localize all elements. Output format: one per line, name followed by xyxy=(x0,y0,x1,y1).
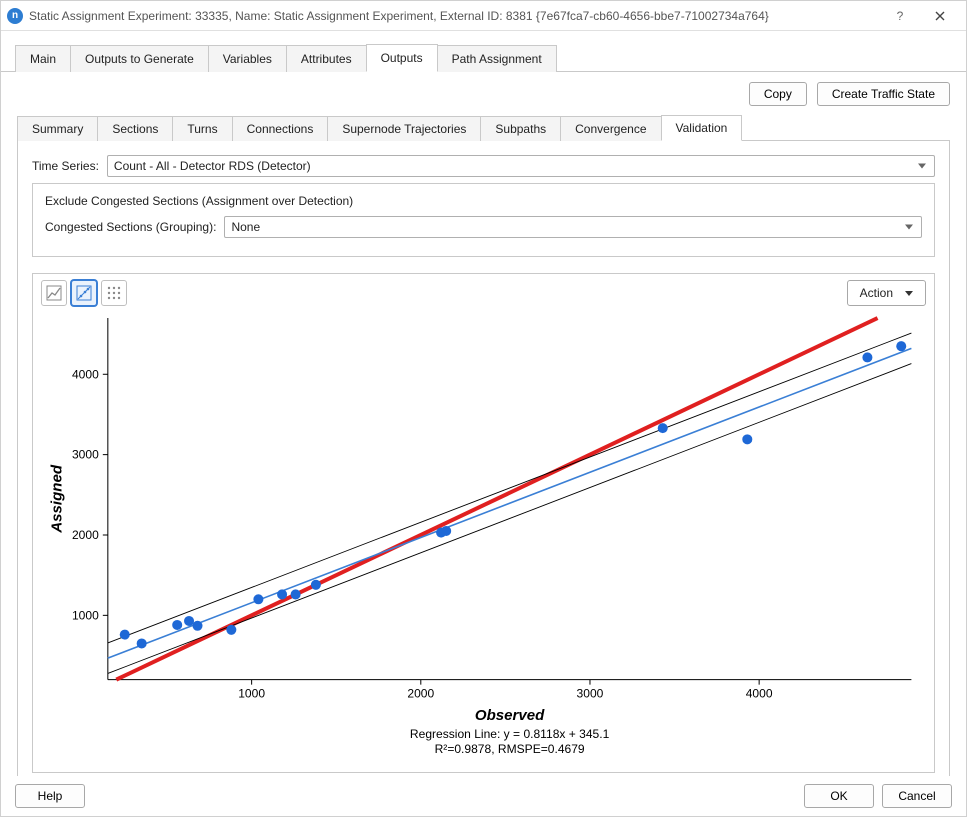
chart-frame: Action 1000 2000 3000 4000 1000 2000 3000 4000 O… xyxy=(32,273,935,773)
time-series-label: Time Series: xyxy=(32,159,99,173)
time-series-value: Count - All - Detector RDS (Detector) xyxy=(114,159,311,173)
create-traffic-state-button[interactable]: Create Traffic State xyxy=(817,82,950,106)
svg-text:Assigned: Assigned xyxy=(49,464,66,534)
subtab-summary[interactable]: Summary xyxy=(17,116,98,141)
window-title: Static Assignment Experiment: 33335, Nam… xyxy=(29,9,880,23)
outer-tabstrip: MainOutputs to GenerateVariablesAttribut… xyxy=(1,31,966,72)
line-chart-icon xyxy=(46,285,62,301)
congested-select[interactable]: None xyxy=(224,216,922,238)
titlebar: n Static Assignment Experiment: 33335, N… xyxy=(1,1,966,31)
svg-text:2000: 2000 xyxy=(407,687,434,701)
exclude-congested-legend: Exclude Congested Sections (Assignment o… xyxy=(41,194,357,208)
subtab-supernode-trajectories[interactable]: Supernode Trajectories xyxy=(327,116,481,141)
svg-text:Regression Line: y = 0.8118x +: Regression Line: y = 0.8118x + 345.1 xyxy=(410,727,610,741)
close-icon xyxy=(935,11,945,21)
scatter-view-button[interactable] xyxy=(71,280,97,306)
tab-main[interactable]: Main xyxy=(15,45,71,72)
top-buttons: Copy Create Traffic State xyxy=(17,82,950,106)
line-view-button[interactable] xyxy=(41,280,67,306)
help-window-button[interactable]: ? xyxy=(880,2,920,30)
svg-text:1000: 1000 xyxy=(72,608,99,622)
svg-text:4000: 4000 xyxy=(72,367,99,381)
subtab-connections[interactable]: Connections xyxy=(232,116,329,141)
svg-text:2000: 2000 xyxy=(72,528,99,542)
validation-chart: 1000 2000 3000 4000 1000 2000 3000 4000 Observed… xyxy=(41,312,926,764)
page-body: Copy Create Traffic State SummarySection… xyxy=(1,72,966,838)
congested-value: None xyxy=(231,220,260,234)
time-series-row: Time Series: Count - All - Detector RDS … xyxy=(32,155,935,177)
time-series-select[interactable]: Count - All - Detector RDS (Detector) xyxy=(107,155,935,177)
help-button[interactable]: Help xyxy=(15,784,85,808)
action-dropdown-button[interactable]: Action xyxy=(847,280,926,306)
validation-pane: Time Series: Count - All - Detector RDS … xyxy=(17,141,950,788)
table-view-button[interactable] xyxy=(101,280,127,306)
tab-outputs-to-generate[interactable]: Outputs to Generate xyxy=(70,45,209,72)
svg-text:3000: 3000 xyxy=(577,687,604,701)
grid-icon xyxy=(106,285,122,301)
subtab-turns[interactable]: Turns xyxy=(172,116,232,141)
inner-tabstrip: SummarySectionsTurnsConnectionsSupernode… xyxy=(17,114,950,141)
subtab-validation[interactable]: Validation xyxy=(661,115,743,141)
close-window-button[interactable] xyxy=(920,2,960,30)
subtab-subpaths[interactable]: Subpaths xyxy=(480,116,561,141)
ok-button[interactable]: OK xyxy=(804,784,874,808)
tab-attributes[interactable]: Attributes xyxy=(286,45,367,72)
congested-label: Congested Sections (Grouping): xyxy=(45,220,216,234)
svg-text:R²=0.9878, RMSPE=0.4679: R²=0.9878, RMSPE=0.4679 xyxy=(435,742,585,756)
action-label: Action xyxy=(860,286,893,300)
app-icon: n xyxy=(7,8,23,24)
svg-text:4000: 4000 xyxy=(746,687,773,701)
copy-button[interactable]: Copy xyxy=(749,82,807,106)
tab-variables[interactable]: Variables xyxy=(208,45,287,72)
congested-row: Congested Sections (Grouping): None xyxy=(45,216,922,238)
exclude-congested-group: Exclude Congested Sections (Assignment o… xyxy=(32,183,935,257)
tab-path-assignment[interactable]: Path Assignment xyxy=(437,45,557,72)
chart-body: 1000 2000 3000 4000 1000 2000 3000 4000 Observed… xyxy=(33,312,934,772)
subtab-convergence[interactable]: Convergence xyxy=(560,116,661,141)
chevron-down-icon xyxy=(905,291,913,296)
svg-text:Observed: Observed xyxy=(475,707,545,724)
bottombar: Help OK Cancel xyxy=(1,776,966,816)
svg-text:1000: 1000 xyxy=(238,687,265,701)
tab-outputs[interactable]: Outputs xyxy=(366,44,438,72)
cancel-button[interactable]: Cancel xyxy=(882,784,952,808)
chart-toolbar: Action xyxy=(33,274,934,312)
subtab-sections[interactable]: Sections xyxy=(97,116,173,141)
scatter-chart-icon xyxy=(76,285,92,301)
svg-text:3000: 3000 xyxy=(72,448,99,462)
